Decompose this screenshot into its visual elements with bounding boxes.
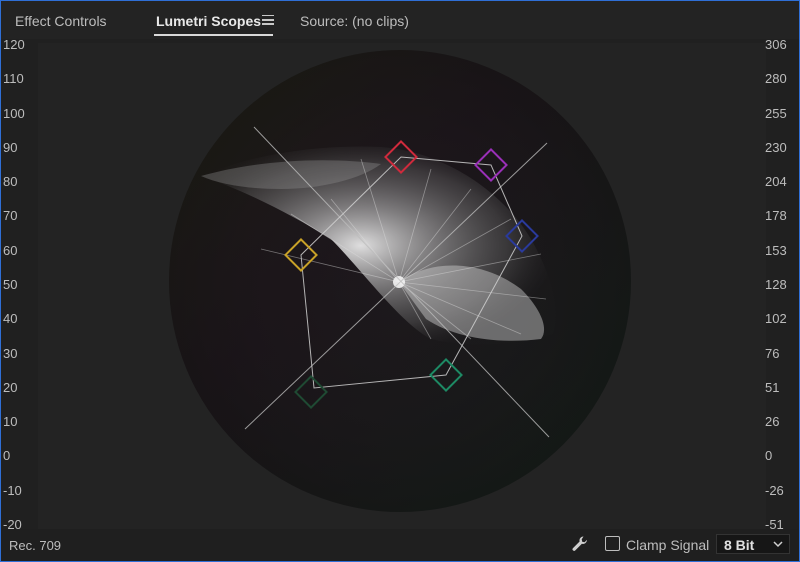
panel-tab-bar: Effect Controls Lumetri Scopes Source: (…: [1, 1, 799, 39]
tab-source[interactable]: Source: (no clips): [300, 13, 409, 29]
bit-depth-value: 8 Bit: [724, 537, 755, 553]
vectorscope-graph: [169, 50, 631, 512]
active-tab-indicator: [154, 34, 273, 36]
vectorscope-area: 120 110 100 90 80 70 60 50 40 30 20 10 0 -10 -20 306 28…: [1, 37, 799, 532]
scope-footer: Rec. 709 Clamp Signal 8 Bit: [1, 529, 799, 561]
chevron-down-icon: [773, 541, 783, 548]
signal-core: [393, 276, 405, 288]
bit-depth-select[interactable]: 8 Bit: [716, 534, 790, 554]
clamp-signal-checkbox[interactable]: [605, 536, 620, 551]
clamp-signal-label[interactable]: Clamp Signal: [626, 537, 709, 553]
tab-lumetri-scopes[interactable]: Lumetri Scopes: [156, 13, 261, 29]
lumetri-scopes-panel: Effect Controls Lumetri Scopes Source: (…: [0, 0, 800, 562]
tab-effect-controls[interactable]: Effect Controls: [15, 13, 107, 29]
colorspace-label[interactable]: Rec. 709: [9, 538, 61, 553]
hamburger-menu-icon[interactable]: [262, 15, 274, 25]
wrench-icon[interactable]: [571, 535, 589, 553]
